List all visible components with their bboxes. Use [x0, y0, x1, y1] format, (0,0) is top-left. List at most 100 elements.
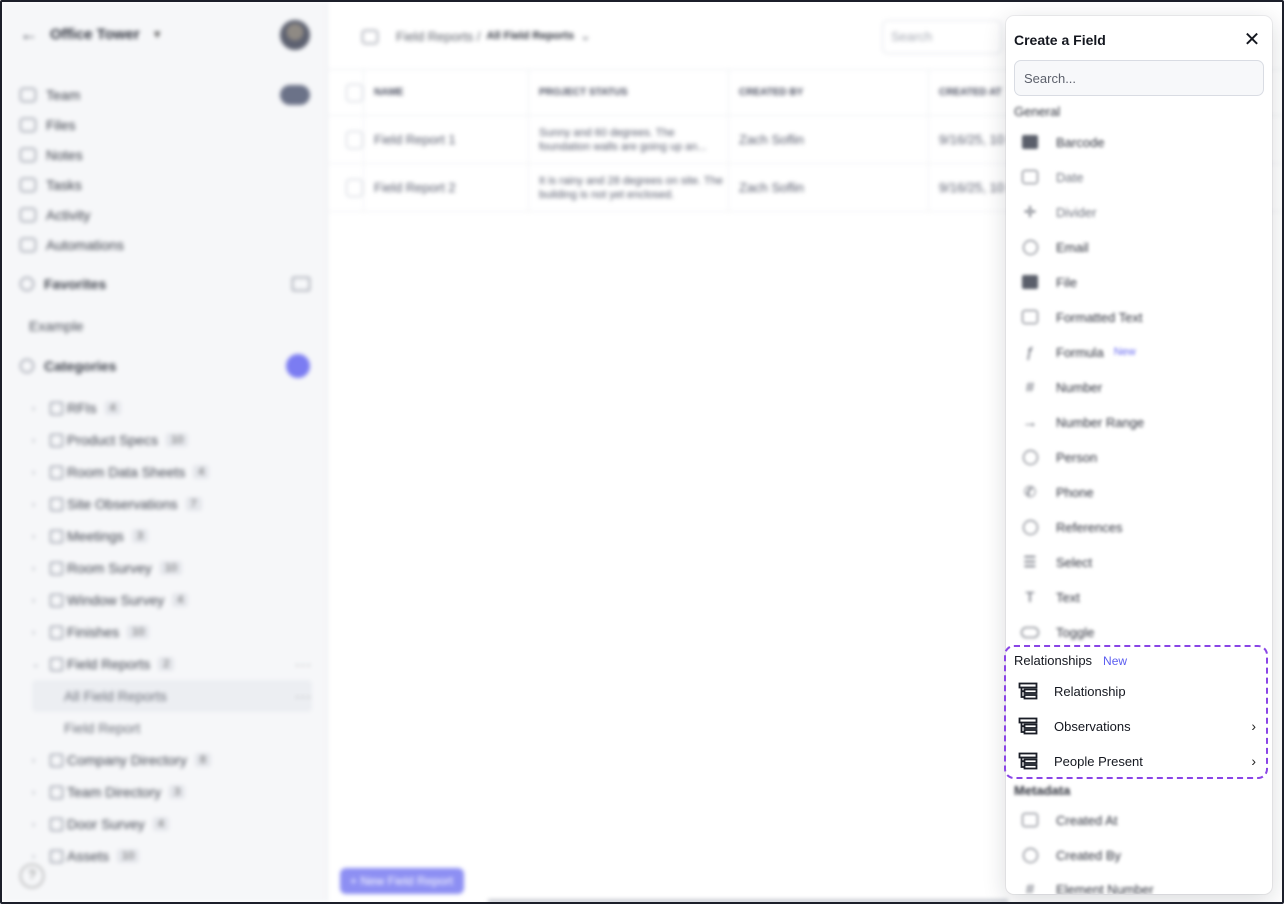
category-icon: [50, 785, 63, 799]
sidebar-item-notes[interactable]: Notes: [20, 140, 310, 170]
help-icon[interactable]: ?: [20, 864, 44, 888]
project-header[interactable]: ← Office Tower ▼: [20, 24, 163, 45]
chevron-right-icon[interactable]: ›: [1251, 753, 1256, 769]
breadcrumb-current[interactable]: All Field Reports: [487, 30, 574, 42]
sidebar-item-tasks[interactable]: Tasks: [20, 170, 310, 200]
back-arrow-icon[interactable]: ←: [20, 24, 38, 45]
field-search-input[interactable]: [1014, 60, 1264, 96]
category-view-item[interactable]: All Field Reports ···: [32, 680, 312, 712]
category-item[interactable]: › Door Survey 4: [32, 808, 312, 840]
cell-created-by[interactable]: Zach Soflin: [729, 164, 929, 211]
sidebar-item-files[interactable]: Files: [20, 110, 310, 140]
field-type-number-range[interactable]: → Number Range: [1020, 407, 1256, 437]
category-label: Team Directory: [67, 784, 162, 800]
category-item[interactable]: › Finishes 10: [32, 616, 312, 648]
expand-icon[interactable]: ›: [32, 627, 46, 637]
scrollbar[interactable]: [488, 900, 1008, 902]
cell-status[interactable]: It is rainy and 28 degrees on site. The …: [529, 164, 729, 211]
expand-icon[interactable]: ›: [32, 755, 46, 765]
category-item[interactable]: › RFIs 4: [32, 392, 312, 424]
expand-icon[interactable]: ›: [32, 851, 46, 861]
chevron-down-icon[interactable]: ⌄: [580, 28, 591, 44]
more-icon[interactable]: ···: [295, 688, 312, 704]
sidebar-item-activity[interactable]: Activity: [20, 200, 310, 230]
field-type-label: Formula: [1056, 344, 1104, 360]
field-type-select[interactable]: ☰ Select: [1020, 547, 1256, 577]
field-type-label: Toggle: [1056, 624, 1095, 640]
field-type-barcode[interactable]: Barcode: [1020, 127, 1256, 157]
field-type-observations[interactable]: Observations ›: [1018, 711, 1256, 741]
cell-created-by[interactable]: Zach Soflin: [729, 116, 929, 163]
select-all-checkbox[interactable]: [346, 83, 363, 102]
expand-icon[interactable]: ›: [32, 595, 46, 605]
chevron-right-icon[interactable]: ›: [1251, 718, 1256, 734]
category-icon: [50, 657, 63, 671]
column-header[interactable]: NAME: [364, 70, 529, 115]
field-type-person[interactable]: Person: [1020, 442, 1256, 472]
count-badge: 10: [159, 561, 183, 575]
collapse-icon[interactable]: ⌄: [32, 659, 46, 670]
add-category-button[interactable]: [286, 354, 310, 378]
close-icon[interactable]: ✕: [1242, 30, 1262, 50]
expand-icon[interactable]: ›: [32, 435, 46, 445]
field-type-phone[interactable]: ✆ Phone: [1020, 477, 1256, 507]
row-checkbox[interactable]: [346, 130, 363, 149]
column-header[interactable]: CREATED BY: [729, 70, 929, 115]
cell-status[interactable]: Sunny and 60 degrees. The foundation wal…: [529, 116, 729, 163]
field-type-created-at[interactable]: Created At: [1020, 805, 1256, 835]
sidebar-item-team[interactable]: Team: [20, 80, 310, 110]
sidebar-item-automations[interactable]: Automations: [20, 230, 310, 260]
expand-icon[interactable]: ›: [32, 499, 46, 509]
field-type-references[interactable]: References: [1020, 512, 1256, 542]
expand-icon[interactable]: ›: [32, 819, 46, 829]
field-type-text[interactable]: T Text: [1020, 582, 1256, 612]
category-icon: [50, 465, 63, 479]
new-field-report-button[interactable]: + New Field Report: [340, 868, 464, 894]
folder-icon[interactable]: [292, 277, 310, 291]
field-type-toggle[interactable]: Toggle: [1020, 617, 1256, 647]
expand-icon[interactable]: ›: [32, 787, 46, 797]
search-input[interactable]: Search: [882, 20, 1002, 54]
column-header[interactable]: PROJECT STATUS: [529, 70, 729, 115]
field-type-people-present[interactable]: People Present ›: [1018, 746, 1256, 776]
expand-icon[interactable]: ›: [32, 403, 46, 413]
field-type-relationship[interactable]: Relationship: [1018, 676, 1256, 706]
expand-icon[interactable]: ›: [32, 531, 46, 541]
row-checkbox[interactable]: [346, 178, 363, 197]
field-type-formatted-text[interactable]: Formatted Text: [1020, 302, 1256, 332]
field-type-file[interactable]: File: [1020, 267, 1256, 297]
cell-name[interactable]: Field Report 1: [364, 116, 529, 163]
category-item[interactable]: › Assets 10: [32, 840, 312, 872]
cell-name[interactable]: Field Report 2: [364, 164, 529, 211]
field-type-element-number[interactable]: # Element Number: [1020, 874, 1256, 895]
category-item[interactable]: › Room Survey 10: [32, 552, 312, 584]
avatar[interactable]: [280, 20, 310, 50]
category-item[interactable]: › Site Observations 7: [32, 488, 312, 520]
expand-icon[interactable]: ›: [32, 563, 46, 573]
category-view-item[interactable]: Field Report: [32, 712, 312, 744]
field-type-divider[interactable]: ✛ Divider: [1020, 197, 1256, 227]
field-type-created-by[interactable]: Created By: [1020, 840, 1256, 870]
expand-icon[interactable]: ›: [32, 467, 46, 477]
favorites-header[interactable]: Favorites: [20, 276, 310, 292]
field-type-email[interactable]: Email: [1020, 232, 1256, 262]
categories-header[interactable]: Categories: [20, 354, 310, 378]
category-item[interactable]: › Meetings 3: [32, 520, 312, 552]
barcode-icon: [1020, 132, 1040, 152]
group-label-general: General: [1014, 104, 1061, 119]
field-type-label: People Present: [1054, 753, 1143, 769]
category-item[interactable]: › Product Specs 10: [32, 424, 312, 456]
category-item[interactable]: › Window Survey 4: [32, 584, 312, 616]
category-item[interactable]: › Team Directory 3: [32, 776, 312, 808]
field-type-number[interactable]: # Number: [1020, 372, 1256, 402]
category-item[interactable]: ⌄ Field Reports 2 ···: [32, 648, 312, 680]
breadcrumb-root[interactable]: Field Reports /: [396, 29, 481, 44]
category-item[interactable]: › Company Directory 8: [32, 744, 312, 776]
formula-icon: ƒ: [1025, 343, 1035, 361]
category-item[interactable]: › Room Data Sheets 4: [32, 456, 312, 488]
more-icon[interactable]: ···: [295, 656, 312, 672]
favorite-item[interactable]: Example: [29, 318, 83, 334]
field-type-formula[interactable]: ƒ Formula New: [1020, 337, 1256, 367]
sidebar-toggle-icon[interactable]: [362, 30, 378, 44]
field-type-date[interactable]: Date: [1020, 162, 1256, 192]
